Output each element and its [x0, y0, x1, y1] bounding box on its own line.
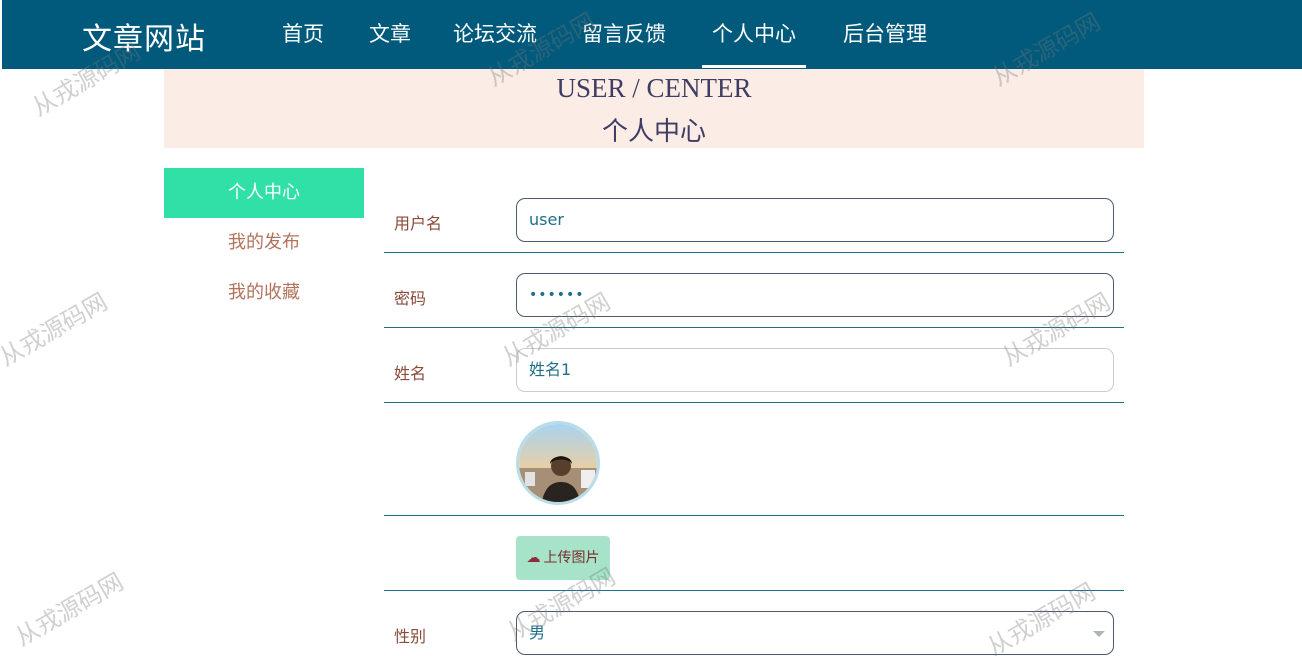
watermark: 从戎源码网 [10, 567, 129, 652]
cloud-upload-icon: ☁ [526, 550, 541, 566]
chevron-down-icon [1093, 631, 1105, 637]
form-row-username: 用户名 user [384, 188, 1124, 253]
avatar-image [519, 424, 597, 502]
sidebar-item-user-center[interactable]: 个人中心 [164, 168, 364, 218]
nav-articles[interactable]: 文章 [369, 18, 411, 48]
nav-admin[interactable]: 后台管理 [843, 18, 927, 48]
top-navigation-bar: 文章网站 首页 文章 论坛交流 留言反馈 个人中心 后台管理 [2, 0, 1302, 69]
form-row-password: 密码 •••••• [384, 253, 1124, 328]
name-label: 姓名 [394, 364, 427, 383]
banner-title-cn: 个人中心 [601, 117, 706, 147]
username-input[interactable]: user [516, 198, 1114, 242]
sidebar-item-my-posts[interactable]: 我的发布 [164, 218, 364, 268]
gender-label: 性别 [394, 627, 427, 646]
username-label: 用户名 [394, 214, 443, 233]
nav-home[interactable]: 首页 [282, 18, 324, 48]
form-row-avatar [384, 403, 1124, 516]
password-label: 密码 [394, 289, 427, 308]
sidebar-item-my-favorites[interactable]: 我的收藏 [164, 268, 364, 318]
nav-user-center[interactable]: 个人中心 [702, 18, 806, 68]
form-row-upload: ☁ 上传图片 [384, 516, 1124, 591]
avatar [516, 421, 600, 505]
watermark: 从戎源码网 [0, 287, 113, 372]
